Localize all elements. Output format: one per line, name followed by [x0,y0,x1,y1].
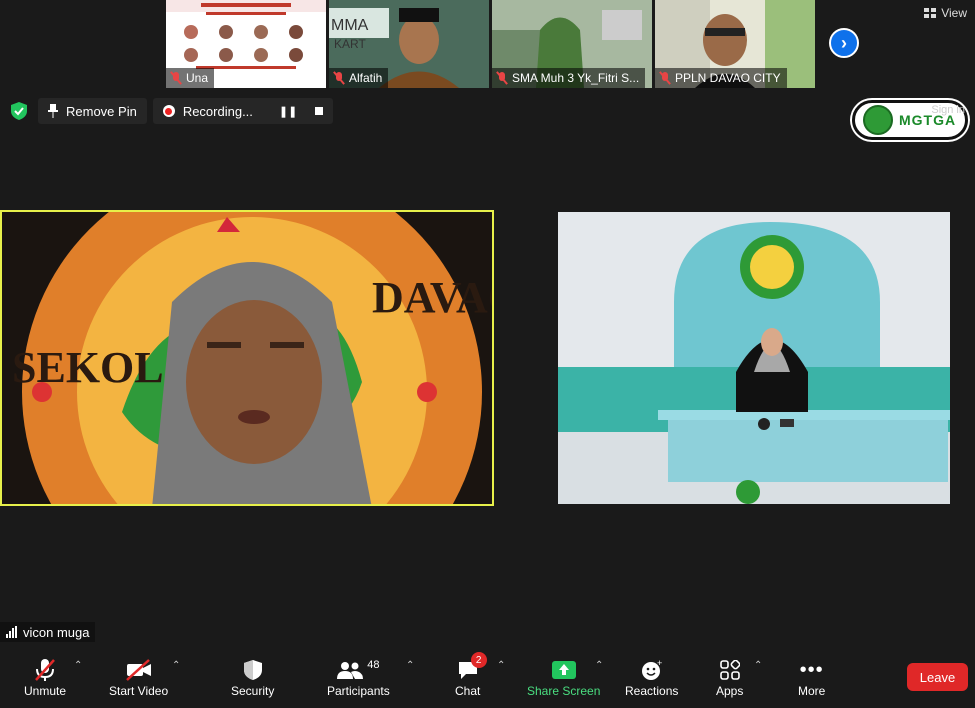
meeting-top-bar: Remove Pin Recording... ❚❚ [6,98,334,124]
more-dots-icon: ••• [799,658,824,681]
mic-muted-icon [496,72,508,84]
mic-muted-icon [659,72,671,84]
stop-recording-button[interactable] [315,107,324,115]
participants-icon [337,662,364,679]
svg-text:DAVAO: DAVAO [372,273,494,322]
share-options-caret[interactable]: ⌃ [595,660,603,671]
remove-pin-button[interactable]: Remove Pin [38,98,147,124]
participant-tile-alfatih[interactable]: MMA KART Alfatih [329,0,489,88]
video-tile-right[interactable] [558,212,950,504]
grid-view-icon [924,8,937,18]
participant-name-label: Alfatih [329,68,389,88]
svg-text:+: + [657,659,662,668]
video-camera-off-icon [125,659,151,681]
next-page-button[interactable]: › [829,28,859,58]
svg-text:KART: KART [334,37,366,51]
leave-button[interactable]: Leave [907,663,968,691]
active-speaker-label: vicon muga [0,622,96,642]
apps-grid-icon [719,660,740,680]
recording-dot-icon [162,105,175,117]
participant-tile-sma-muh-3[interactable]: SMA Muh 3 Yk_Fitri S... [492,0,652,88]
signal-strength-icon [6,626,17,638]
audio-options-caret[interactable]: ⌃ [74,660,82,671]
participant-tile-ppln-davao[interactable]: PPLN DAVAO CITY [655,0,815,88]
encryption-shield-icon[interactable] [6,98,32,124]
chat-button[interactable]: 2 Chat [455,652,487,698]
share-screen-icon [551,661,576,679]
recording-indicator: Recording... ❚❚ [152,98,334,124]
reactions-button[interactable]: + Reactions [625,656,678,698]
participant-video-image: SEKOL DAVAO [2,212,494,504]
security-shield-icon [243,660,262,680]
security-button[interactable]: Security [231,656,274,698]
mic-muted-icon [170,72,182,84]
microphone-muted-icon [35,659,55,681]
apps-button[interactable]: Apps [716,656,743,698]
svg-text:SEKOL: SEKOL [12,343,164,392]
school-seal-icon [863,105,893,135]
participant-video-image [558,212,950,504]
view-button[interactable]: View [924,6,967,20]
participant-name-label: SMA Muh 3 Yk_Fitri S... [492,68,646,88]
share-screen-button[interactable]: Share Screen [527,656,600,698]
video-tile-left[interactable]: SEKOL DAVAO [0,210,494,506]
participants-options-caret[interactable]: ⌃ [406,660,414,671]
mic-muted-icon [333,72,345,84]
more-button[interactable]: ••• More [798,656,825,699]
unread-chat-badge: 2 [470,652,487,668]
video-options-caret[interactable]: ⌃ [172,660,180,671]
apps-options-caret[interactable]: ⌃ [754,660,762,671]
chat-options-caret[interactable]: ⌃ [497,660,505,671]
participant-name-label: PPLN DAVAO CITY [655,68,787,88]
svg-text:MMA: MMA [331,17,369,34]
participant-name-label: Una [166,68,215,88]
meeting-toolbar: Unmute ⌃ Start Video ⌃ Security 48 Parti… [0,650,975,708]
smiley-reaction-icon: + [641,659,662,680]
participants-button[interactable]: 48 Participants [327,656,390,698]
pause-recording-button[interactable]: ❚❚ [273,105,303,118]
chevron-right-icon: › [841,32,847,53]
sign-in-link[interactable]: Sign in [931,104,965,116]
participant-tile-una[interactable]: Una [166,0,326,88]
start-video-button[interactable]: Start Video [109,656,168,698]
unmute-button[interactable]: Unmute [24,656,66,698]
pin-icon [48,104,58,118]
